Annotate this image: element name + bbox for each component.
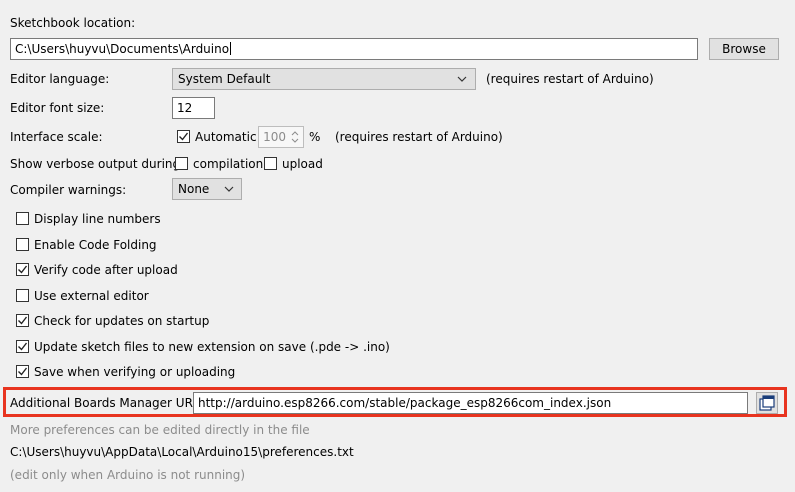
check-updates-checkbox[interactable] bbox=[16, 314, 29, 327]
editor-language-note: (requires restart of Arduino) bbox=[486, 72, 654, 86]
checkmark-icon bbox=[18, 316, 28, 325]
update-sketch-extension-label: Update sketch files to new extension on … bbox=[34, 340, 390, 354]
compilation-checkbox[interactable] bbox=[175, 157, 188, 170]
verify-after-upload-label: Verify code after upload bbox=[34, 263, 178, 277]
save-when-verifying-label: Save when verifying or uploading bbox=[34, 365, 236, 379]
save-when-verifying-checkbox[interactable] bbox=[16, 365, 29, 378]
chevron-down-icon bbox=[457, 76, 467, 82]
preferences-file-path[interactable]: C:\Users\huyvu\AppData\Local\Arduino15\p… bbox=[10, 445, 354, 459]
editor-font-size-label: Editor font size: bbox=[10, 101, 105, 115]
editor-language-label: Editor language: bbox=[10, 72, 110, 86]
check-updates-label: Check for updates on startup bbox=[34, 314, 210, 328]
checkmark-icon bbox=[18, 342, 28, 351]
edit-urls-button[interactable] bbox=[756, 392, 778, 414]
update-sketch-extension-checkbox[interactable] bbox=[16, 340, 29, 353]
compiler-warnings-label: Compiler warnings: bbox=[10, 183, 127, 197]
use-external-editor-label: Use external editor bbox=[34, 289, 149, 303]
edit-only-note: (edit only when Arduino is not running) bbox=[10, 468, 246, 482]
boards-manager-label: Additional Boards Manager URLs: bbox=[10, 396, 210, 410]
text-caret bbox=[230, 42, 232, 55]
editor-language-value: System Default bbox=[178, 72, 271, 86]
automatic-label: Automatic bbox=[195, 130, 257, 144]
upload-label: upload bbox=[282, 157, 323, 171]
enable-code-folding-label: Enable Code Folding bbox=[34, 238, 157, 252]
compilation-label: compilation bbox=[193, 157, 264, 171]
sketchbook-path-field[interactable]: C:\Users\huyvu\Documents\Arduino bbox=[10, 38, 698, 60]
spinner-arrows-icon[interactable] bbox=[290, 130, 300, 144]
interface-scale-spinner[interactable]: 100 bbox=[258, 126, 304, 148]
enable-code-folding-checkbox[interactable] bbox=[16, 238, 29, 251]
display-line-numbers-label: Display line numbers bbox=[34, 212, 161, 226]
sketchbook-location-label: Sketchbook location: bbox=[10, 16, 136, 30]
use-external-editor-checkbox[interactable] bbox=[16, 289, 29, 302]
more-preferences-text: More preferences can be edited directly … bbox=[10, 423, 310, 437]
interface-scale-label: Interface scale: bbox=[10, 130, 103, 144]
sketchbook-path-text: C:\Users\huyvu\Documents\Arduino bbox=[15, 42, 230, 56]
browse-button[interactable]: Browse bbox=[709, 38, 779, 60]
chevron-down-icon bbox=[224, 186, 234, 192]
percent-sign: % bbox=[309, 130, 321, 144]
display-line-numbers-checkbox[interactable] bbox=[16, 212, 29, 225]
compiler-warnings-select[interactable]: None bbox=[172, 178, 242, 200]
checkmark-icon bbox=[179, 132, 189, 141]
compiler-warnings-value: None bbox=[178, 182, 210, 196]
editor-font-size-field[interactable]: 12 bbox=[172, 97, 215, 119]
checkmark-icon bbox=[18, 367, 28, 376]
boards-manager-urls-field[interactable]: http://arduino.esp8266.com/stable/packag… bbox=[193, 392, 748, 414]
editor-language-select[interactable]: System Default bbox=[172, 68, 476, 90]
verify-after-upload-checkbox[interactable] bbox=[16, 263, 29, 276]
automatic-checkbox[interactable] bbox=[177, 130, 190, 143]
window-list-icon bbox=[759, 395, 775, 411]
interface-scale-note: (requires restart of Arduino) bbox=[335, 130, 503, 144]
verbose-output-label: Show verbose output during: bbox=[10, 157, 185, 171]
upload-checkbox[interactable] bbox=[264, 157, 277, 170]
checkmark-icon bbox=[18, 265, 28, 274]
interface-scale-value: 100 bbox=[263, 130, 286, 144]
